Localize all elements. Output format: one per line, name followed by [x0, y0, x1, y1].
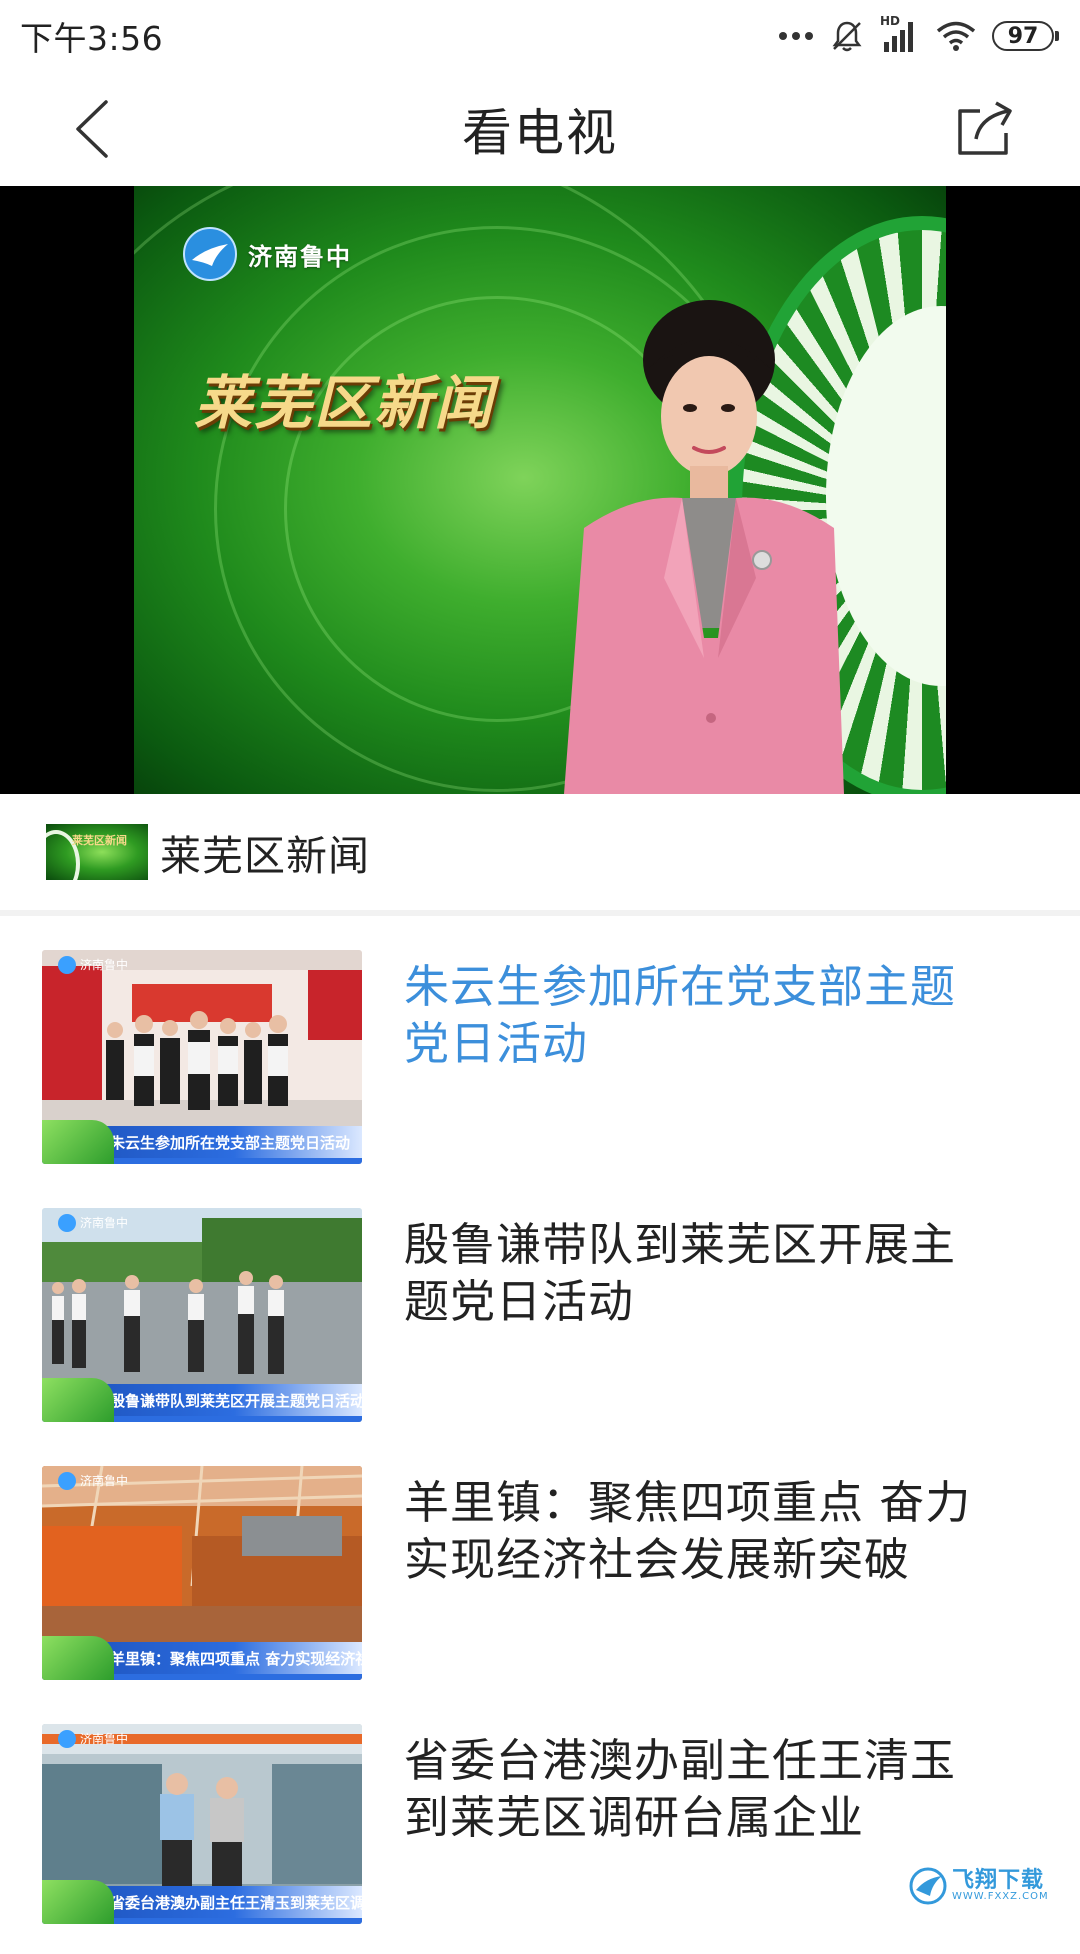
news-anchor-figure	[564, 300, 844, 794]
news-item[interactable]: 济南鲁中 殷鲁谦带队到莱芜区开展主题党日活动 殷鲁谦带队到莱芜区开展主题党日活动	[0, 1180, 1080, 1438]
battery-icon: 97	[992, 21, 1059, 51]
site-watermark: 飞翔下载 WWW.FXXZ.COM	[908, 1860, 1070, 1912]
thumbnail-caption: 省委台港澳办副主任王清玉到莱芜区调研台属企业	[110, 1893, 362, 1912]
news-item[interactable]: 济南鲁中 羊里镇：聚焦四项重点 奋力实现经济社会发展新突破 羊里镇：聚焦四项重点…	[0, 1438, 1080, 1696]
news-thumbnail: 济南鲁中 省委台港澳办副主任王清玉到莱芜区调研台属企业	[42, 1724, 362, 1924]
thumbnail-channel-text: 济南鲁中	[80, 1732, 129, 1746]
thumbnail-channel-logo	[58, 956, 76, 974]
video-frame: 济南鲁中 莱芜区新闻	[134, 186, 946, 794]
channel-logo-icon	[183, 227, 237, 281]
thumbnail-caption-badge	[42, 1880, 114, 1924]
back-button[interactable]	[62, 94, 122, 164]
video-player[interactable]: 济南鲁中 莱芜区新闻	[0, 186, 1080, 794]
watermark-logo-icon	[909, 1867, 947, 1905]
thumbnail-caption: 羊里镇：聚焦四项重点 奋力实现经济社会发展新突破	[110, 1649, 362, 1668]
wifi-icon	[936, 21, 976, 51]
status-time: 下午3:56	[20, 19, 164, 58]
news-thumbnail: 济南鲁中 朱云生参加所在党支部主题党日活动	[42, 950, 362, 1164]
watermark-text: 飞翔下载 WWW.FXXZ.COM	[952, 1869, 1049, 1903]
watermark-sub: WWW.FXXZ.COM	[952, 1891, 1049, 1903]
thumbnail-caption: 殷鲁谦带队到莱芜区开展主题党日活动	[110, 1391, 362, 1410]
thumbnail-channel-text: 济南鲁中	[80, 1474, 129, 1488]
program-thumbnail-caption: 莱芜区新闻	[72, 834, 127, 847]
thumbnail-channel-logo	[58, 1730, 76, 1748]
more-dots-icon	[779, 32, 813, 40]
thumbnail-caption-badge	[42, 1120, 114, 1164]
thumbnail-caption-badge	[42, 1378, 114, 1422]
program-header: 莱芜区新闻 莱芜区新闻	[0, 794, 1080, 916]
share-icon	[958, 101, 1012, 155]
news-item[interactable]: 济南鲁中 省委台港澳办副主任王清玉到莱芜区调研台属企业 省委台港澳办副主任王清玉…	[0, 1696, 1080, 1954]
share-button[interactable]	[950, 94, 1020, 164]
signal-indicator: HD	[880, 14, 920, 54]
signal-icon	[884, 22, 913, 52]
news-title: 省委台港澳办副主任王清玉到莱芜区调研台属企业	[404, 1734, 957, 1844]
nav-bar: 看电视	[0, 72, 1080, 186]
thumbnail-caption: 朱云生参加所在党支部主题党日活动	[110, 1133, 351, 1152]
program-name: 莱芜区新闻	[160, 832, 370, 880]
page-title: 看电视	[462, 104, 618, 162]
thumbnail-channel-text: 济南鲁中	[80, 1216, 129, 1230]
channel-logo-text: 济南鲁中	[248, 242, 352, 271]
news-list: 济南鲁中 朱云生参加所在党支部主题党日活动 朱云生参加所在党支部主题党日活动 济…	[0, 922, 1080, 1954]
status-icons: HD 97	[778, 14, 1059, 54]
news-item[interactable]: 济南鲁中 朱云生参加所在党支部主题党日活动 朱云生参加所在党支部主题党日活动	[0, 922, 1080, 1180]
program-thumbnail: 莱芜区新闻	[46, 824, 148, 880]
mute-bell-icon	[832, 21, 862, 52]
thumbnail-channel-logo	[58, 1472, 76, 1490]
battery-level: 97	[1007, 23, 1039, 49]
channel-logo: 济南鲁中	[182, 226, 352, 282]
status-bar: 下午3:56 HD 97	[0, 0, 1080, 72]
watermark-main: 飞翔下载	[952, 1868, 1045, 1894]
chevron-left-icon	[76, 100, 108, 158]
show-title: 莱芜区新闻	[194, 369, 495, 437]
news-title: 朱云生参加所在党支部主题党日活动	[404, 960, 957, 1070]
news-title: 殷鲁谦带队到莱芜区开展主题党日活动	[404, 1218, 957, 1328]
news-title: 羊里镇：聚焦四项重点 奋力实现经济社会发展新突破	[404, 1476, 972, 1586]
news-thumbnail: 济南鲁中 羊里镇：聚焦四项重点 奋力实现经济社会发展新突破	[42, 1466, 362, 1680]
thumbnail-channel-text: 济南鲁中	[80, 958, 129, 972]
thumbnail-channel-logo	[58, 1214, 76, 1232]
news-thumbnail: 济南鲁中 殷鲁谦带队到莱芜区开展主题党日活动	[42, 1208, 362, 1422]
thumbnail-caption-badge	[42, 1636, 114, 1680]
